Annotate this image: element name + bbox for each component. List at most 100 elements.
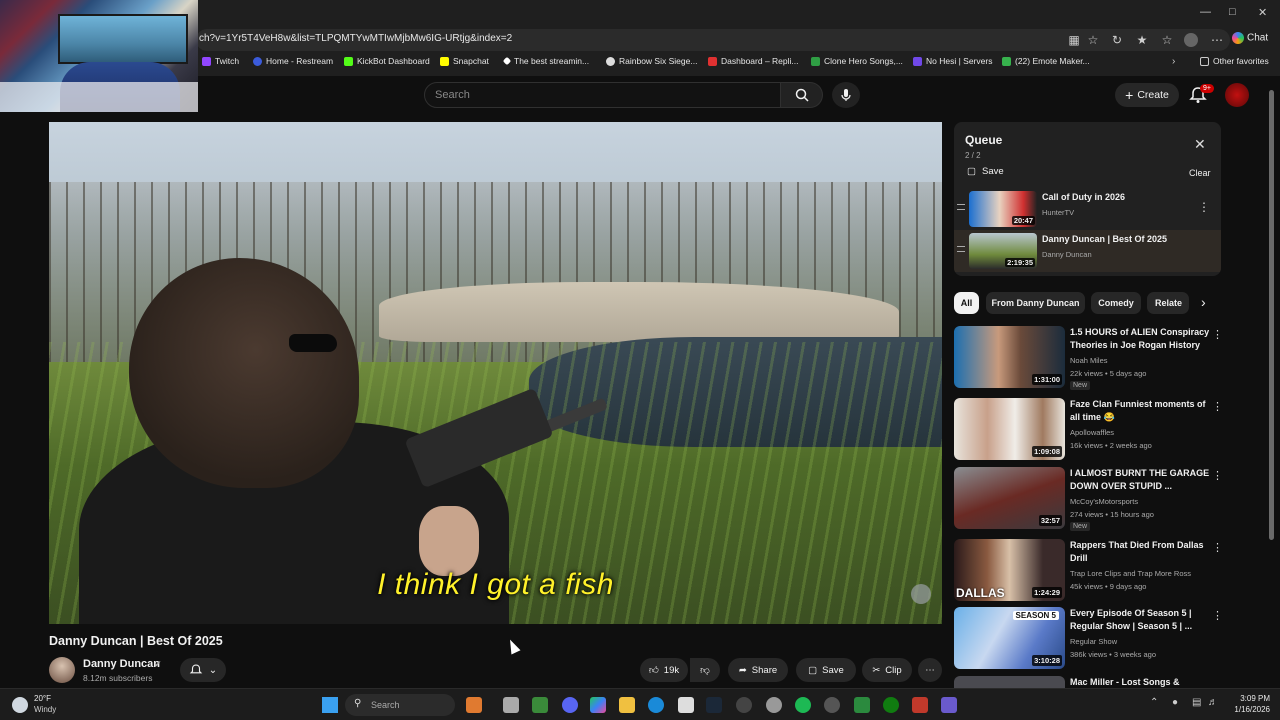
volume-icon[interactable]: ♬ — [1208, 697, 1218, 708]
channel-name[interactable]: McCoy'sMotorsports — [1070, 497, 1138, 506]
share-button[interactable]: ➦ Share — [728, 658, 788, 682]
search-button[interactable] — [781, 82, 823, 108]
extensions-icon[interactable]: ★ — [1134, 32, 1150, 48]
favorites-icon[interactable]: ☆ — [1159, 32, 1175, 48]
create-button[interactable]: + Create — [1115, 83, 1179, 107]
channel-name[interactable]: Trap Lore Clips and Trap More Ross — [1070, 569, 1191, 578]
app-icon[interactable] — [466, 697, 482, 713]
save-button[interactable]: ▢ Save — [796, 658, 856, 682]
search-input[interactable]: Search — [424, 82, 781, 108]
chevron-up-icon[interactable]: ⌃ — [1150, 697, 1158, 708]
channel-watermark-icon[interactable] — [911, 584, 931, 604]
drag-handle-icon[interactable] — [957, 246, 965, 252]
chip-comedy[interactable]: Comedy — [1091, 292, 1141, 314]
chip-related[interactable]: Relate — [1147, 292, 1189, 314]
taskbar-time[interactable]: 3:09 PM — [1228, 694, 1270, 703]
more-vertical-icon[interactable]: ⋮ — [1198, 200, 1210, 214]
obs-icon[interactable] — [736, 697, 752, 713]
queue-item-current[interactable]: 2:19:35 Danny Duncan | Best Of 2025 Dann… — [954, 230, 1221, 272]
more-menu-icon[interactable]: ⋯ — [1209, 32, 1225, 48]
close-icon[interactable]: ✕ — [1194, 136, 1206, 153]
recommended-video[interactable]: DALLAS 1:24:29 Rappers That Died From Da… — [954, 539, 1224, 603]
bookmark-kickbot[interactable]: KickBot Dashboard — [344, 56, 430, 66]
page-scrollbar[interactable] — [1269, 90, 1274, 540]
clip-button[interactable]: ✂ Clip — [862, 658, 912, 682]
refresh-icon[interactable]: ↻ — [1109, 32, 1125, 48]
taskbar-search[interactable]: ⚲ Search — [345, 694, 455, 716]
task-view-icon[interactable] — [503, 697, 519, 713]
more-vertical-icon[interactable]: ⋮ — [1212, 328, 1223, 341]
close-window-icon[interactable]: ✕ — [1258, 6, 1267, 19]
bookmark-clone-hero[interactable]: Clone Hero Songs,... — [811, 56, 903, 66]
more-vertical-icon[interactable]: ⋮ — [1212, 541, 1223, 554]
game-app-icon[interactable] — [912, 697, 928, 713]
settings-gear-icon[interactable] — [766, 697, 782, 713]
more-vertical-icon[interactable]: ⋮ — [1212, 609, 1223, 622]
other-favorites[interactable]: Other favorites — [1200, 56, 1269, 66]
channel-name[interactable]: Noah Miles — [1070, 356, 1108, 365]
queue-clear-button[interactable]: Clear — [1189, 168, 1211, 178]
4k-downloader-icon[interactable] — [824, 697, 840, 713]
video-thumbnail — [954, 676, 1065, 688]
bookmark-no-hesi[interactable]: No Hesi | Servers — [913, 56, 992, 66]
store-icon[interactable] — [678, 697, 694, 713]
app-available-icon[interactable]: ▦ — [1066, 32, 1082, 48]
steam-icon[interactable] — [706, 697, 722, 713]
minimize-icon[interactable]: — — [1200, 6, 1211, 18]
queue-save-button[interactable]: ▢ Save — [967, 166, 1004, 177]
weather-temperature[interactable]: 20°F — [34, 694, 51, 703]
channel-name[interactable]: Danny Duncan — [83, 658, 160, 670]
favorite-star-icon[interactable]: ☆ — [1085, 32, 1101, 48]
chip-all[interactable]: All — [954, 292, 979, 314]
channel-name[interactable]: Apollowaffles — [1070, 428, 1114, 437]
recommended-video[interactable]: 1:31:00 1.5 HOURS of ALIEN Conspiracy The… — [954, 326, 1224, 390]
bookmark-rainbow-six[interactable]: Rainbow Six Siege... — [606, 56, 697, 66]
chevron-right-icon[interactable]: › — [1172, 56, 1175, 67]
edge-icon[interactable] — [648, 697, 664, 713]
queue-item[interactable]: 20:47 Call of Duty in 2026 HunterTV ⋮ — [954, 188, 1221, 230]
weather-icon[interactable] — [12, 697, 28, 713]
recommended-video[interactable]: 32:57 I ALMOST BURNT THE GARAGE DOWN OVER… — [954, 467, 1224, 531]
more-actions-button[interactable]: ⋯ — [918, 658, 942, 682]
xbox-icon[interactable] — [883, 697, 899, 713]
bookmark-label: Clone Hero Songs,... — [824, 56, 903, 66]
channel-avatar[interactable] — [49, 657, 75, 683]
recommended-video[interactable]: SEASON 5 3:10:28 Every Episode Of Season… — [954, 607, 1224, 671]
spotify-icon[interactable] — [795, 697, 811, 713]
like-button[interactable]: 👍︎ 19k — [640, 658, 688, 682]
bookmark-streaming[interactable]: The best streamin... — [502, 56, 589, 66]
account-avatar[interactable] — [1225, 83, 1249, 107]
drag-handle-icon[interactable] — [957, 204, 965, 210]
more-vertical-icon[interactable]: ⋮ — [1212, 469, 1223, 482]
microphone-tray-icon[interactable]: ● — [1172, 697, 1178, 708]
file-explorer-icon[interactable] — [619, 697, 635, 713]
bookmark-snapchat[interactable]: Snapchat — [440, 56, 489, 66]
windows-start-icon[interactable] — [322, 697, 338, 713]
dislike-button[interactable]: 👎︎ — [690, 658, 720, 682]
subscribed-bell-button[interactable]: ⌄ — [180, 658, 226, 682]
xbox-app-icon[interactable] — [532, 697, 548, 713]
address-url[interactable]: ch?v=1Yr5T4VeH8w&list=TLPQMTYwMTIwMjbMw6… — [199, 33, 512, 44]
copilot-chat-button[interactable]: Chat — [1232, 32, 1268, 44]
maximize-icon[interactable]: □ — [1229, 6, 1236, 18]
bookmark-replit[interactable]: Dashboard – Repli... — [708, 56, 799, 66]
editor-app-icon[interactable] — [941, 697, 957, 713]
video-player[interactable]: I think I got a fish — [49, 122, 942, 624]
discord-icon[interactable] — [562, 697, 578, 713]
recommended-video[interactable]: 1:09:08 Faze Clan Funniest moments of all… — [954, 398, 1224, 462]
profile-avatar-icon[interactable] — [1184, 33, 1198, 47]
voice-search-button[interactable] — [832, 82, 860, 108]
more-vertical-icon[interactable]: ⋮ — [1212, 400, 1223, 413]
chevron-right-icon[interactable]: › — [1201, 294, 1206, 310]
bookmark-restream[interactable]: Home - Restream — [253, 56, 333, 66]
recommended-video[interactable]: Mac Miller - Lost Songs & — [954, 676, 1224, 688]
taskbar-date[interactable]: 1/16/2026 — [1222, 705, 1270, 714]
address-bar[interactable]: ch?v=1Yr5T4VeH8w&list=TLPQMTYwMTIwMjbMw6… — [196, 29, 1230, 51]
copilot-icon[interactable] — [590, 697, 606, 713]
channel-name[interactable]: Regular Show — [1070, 637, 1117, 646]
bookmark-twitch[interactable]: Twitch — [202, 56, 239, 66]
b-app-icon[interactable] — [854, 697, 870, 713]
bookmark-emote-maker[interactable]: (22) Emote Maker... — [1002, 56, 1090, 66]
network-icon[interactable]: ▤ — [1192, 697, 1201, 708]
chip-from-channel[interactable]: From Danny Duncan — [986, 292, 1085, 314]
